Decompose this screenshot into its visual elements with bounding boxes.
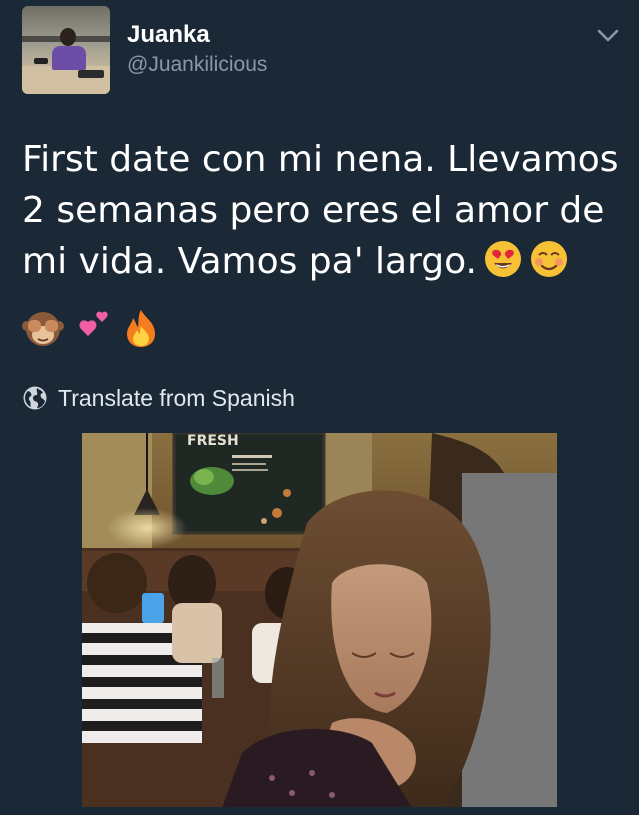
tweet-text: First date con mi nena. Llevamos 2 seman… bbox=[22, 134, 622, 293]
tweet-photo[interactable]: FRESH bbox=[82, 433, 557, 808]
avatar-person-head bbox=[60, 28, 76, 46]
see-no-evil-monkey-emoji bbox=[22, 308, 64, 353]
two-hearts-emoji bbox=[74, 308, 114, 353]
avatar-console bbox=[78, 70, 104, 78]
tweet-text-line: 2 semanas pero eres el amor de bbox=[22, 190, 605, 231]
tweet-menu-button[interactable] bbox=[593, 26, 623, 46]
tweet-text-line: mi vida. Vamos pa' largo. bbox=[22, 236, 622, 293]
avatar-person-body bbox=[52, 46, 86, 70]
globe-icon bbox=[23, 386, 47, 410]
emoji-row bbox=[22, 308, 158, 353]
bottom-divider bbox=[0, 807, 639, 815]
restaurant-date-photo: FRESH bbox=[82, 433, 557, 808]
translate-label: Translate from Spanish bbox=[58, 385, 295, 411]
heart-eyes-emoji bbox=[483, 239, 523, 293]
avatar-mic bbox=[34, 58, 48, 64]
fire-emoji bbox=[124, 308, 158, 353]
avatar[interactable] bbox=[22, 6, 110, 94]
user-handle[interactable]: @Juankilicious bbox=[127, 52, 267, 78]
svg-text:FRESH: FRESH bbox=[187, 433, 239, 449]
translate-button[interactable]: Translate from Spanish bbox=[22, 384, 295, 412]
tweet-text-line-body: mi vida. Vamos pa' largo. bbox=[22, 241, 477, 282]
tweet-text-line: First date con mi nena. Llevamos bbox=[22, 139, 619, 180]
display-name[interactable]: Juanka bbox=[127, 20, 210, 50]
smiling-blush-emoji bbox=[529, 239, 569, 293]
chevron-down-icon bbox=[597, 29, 619, 42]
